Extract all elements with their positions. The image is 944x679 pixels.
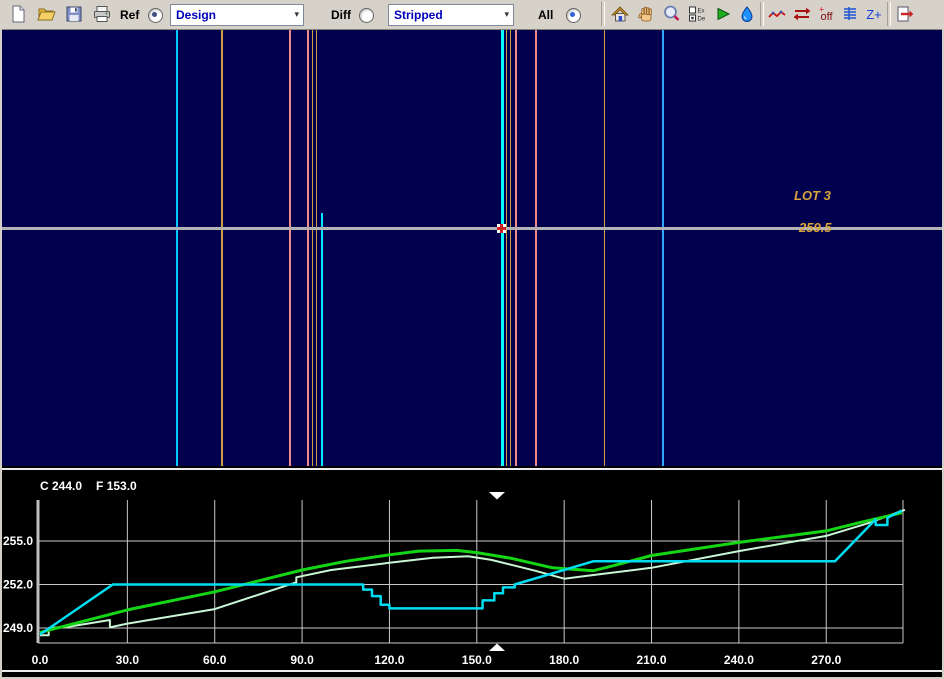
plan-line bbox=[506, 30, 507, 466]
diff-label: Diff bbox=[331, 8, 351, 22]
exit-button[interactable] bbox=[892, 2, 916, 26]
open-file-button[interactable] bbox=[34, 2, 58, 26]
ref-label: Ref bbox=[120, 8, 139, 22]
x-tick-label: 210.0 bbox=[637, 653, 667, 667]
offset-off-icon: + off bbox=[815, 4, 837, 24]
all-radio-dot bbox=[570, 12, 575, 17]
new-file-button[interactable] bbox=[6, 2, 30, 26]
x-tick-label: 120.0 bbox=[374, 653, 404, 667]
home-icon bbox=[610, 4, 630, 24]
zplus-label: Z+ bbox=[866, 7, 882, 22]
x-tick-label: 150.0 bbox=[462, 653, 492, 667]
plan-line bbox=[289, 30, 291, 466]
y-axis bbox=[37, 500, 40, 643]
plan-line bbox=[312, 30, 313, 466]
toolbar: Ref Design ▾ Diff Stripped ▾ All bbox=[0, 0, 944, 30]
lot-label: LOT 3 bbox=[794, 188, 831, 203]
de-label: De bbox=[698, 17, 706, 23]
all-radio[interactable] bbox=[566, 8, 581, 23]
offset-readout: F 153.0 bbox=[96, 479, 137, 493]
series-green-line bbox=[40, 513, 902, 633]
droplet-icon bbox=[737, 4, 757, 24]
elevation-label: 259.5 bbox=[799, 220, 832, 235]
toolbar-separator bbox=[760, 2, 764, 26]
profile-button[interactable] bbox=[765, 2, 789, 26]
section-bottom-border bbox=[0, 670, 944, 672]
y-tick-label: 255.0 bbox=[3, 534, 33, 548]
section-view[interactable]: 249.0 252.0 255.0 0.0 30.0 60.0 90.0 120.0 150.0… bbox=[0, 472, 944, 677]
y-tick-label: 252.0 bbox=[3, 578, 33, 592]
plan-line bbox=[321, 213, 323, 466]
ex-label: Ex bbox=[698, 9, 705, 15]
plan-view[interactable]: LOT 3 259.5 bbox=[0, 30, 944, 466]
pan-button[interactable] bbox=[634, 2, 658, 26]
diff-radio[interactable] bbox=[359, 8, 374, 23]
section-chart: 249.0 252.0 255.0 0.0 30.0 60.0 90.0 120.0 150.0… bbox=[0, 472, 944, 677]
plan-line bbox=[535, 30, 537, 466]
swap-direction-button[interactable] bbox=[790, 2, 814, 26]
series-pale-green-line bbox=[40, 510, 905, 636]
cursor-crosshair bbox=[497, 224, 506, 233]
profile-line-icon bbox=[767, 4, 787, 24]
zoom-window-icon bbox=[662, 4, 682, 24]
plan-line bbox=[510, 30, 511, 466]
window-border-left bbox=[0, 29, 2, 679]
y-tick-label: 249.0 bbox=[3, 621, 33, 635]
swap-arrows-icon bbox=[792, 4, 812, 24]
ref-radio[interactable] bbox=[148, 8, 163, 23]
all-label: All bbox=[538, 8, 553, 22]
save-icon bbox=[64, 4, 84, 24]
pan-hand-icon bbox=[636, 4, 656, 24]
design-combobox[interactable]: Design ▾ bbox=[170, 4, 304, 26]
zoom-window-button[interactable] bbox=[660, 2, 684, 26]
marker-triangle-up bbox=[489, 644, 505, 652]
x-tick-label: 90.0 bbox=[290, 653, 314, 667]
ref-radio-dot bbox=[152, 12, 157, 17]
print-icon bbox=[92, 4, 112, 24]
design-combobox-value: Design bbox=[171, 8, 216, 22]
drainage-button[interactable] bbox=[735, 2, 759, 26]
plan-line bbox=[316, 30, 317, 466]
chevron-down-icon: ▾ bbox=[504, 9, 509, 20]
marker-triangle-down bbox=[489, 492, 505, 500]
x-tick-label: 0.0 bbox=[32, 653, 49, 667]
home-view-button[interactable] bbox=[608, 2, 632, 26]
levels-button[interactable] bbox=[838, 2, 862, 26]
x-tick-label: 270.0 bbox=[811, 653, 841, 667]
chainage-readout: C 244.0 bbox=[40, 479, 82, 493]
toolbar-separator bbox=[887, 2, 891, 26]
zoom-plus-button[interactable]: Z+ bbox=[862, 2, 886, 26]
x-tick-label: 180.0 bbox=[549, 653, 579, 667]
application-window: Ref Design ▾ Diff Stripped ▾ All bbox=[0, 0, 944, 679]
plan-line bbox=[515, 30, 517, 466]
new-file-icon bbox=[8, 4, 28, 24]
ex-de-checkboxes-icon: Ex De bbox=[687, 4, 709, 24]
play-icon bbox=[713, 4, 733, 24]
offset-toggle-button[interactable]: + off bbox=[814, 2, 838, 26]
levels-icon bbox=[840, 4, 860, 24]
chevron-down-icon: ▾ bbox=[294, 9, 299, 20]
x-tick-label: 60.0 bbox=[203, 653, 227, 667]
play-button[interactable] bbox=[711, 2, 735, 26]
plan-line bbox=[501, 30, 504, 466]
exit-icon bbox=[894, 4, 914, 24]
section-status: C 244.0 F 153.0 bbox=[40, 479, 151, 493]
stripped-combobox[interactable]: Stripped ▾ bbox=[388, 4, 514, 26]
off-label: off bbox=[820, 11, 833, 23]
x-tick-label: 30.0 bbox=[116, 653, 140, 667]
print-button[interactable] bbox=[90, 2, 114, 26]
save-button[interactable] bbox=[62, 2, 86, 26]
exaggeration-toggle-button[interactable]: Ex De bbox=[686, 2, 710, 26]
x-tick-label: 240.0 bbox=[724, 653, 754, 667]
plan-line bbox=[221, 30, 223, 466]
stripped-combobox-value: Stripped bbox=[389, 8, 443, 22]
plan-line bbox=[176, 30, 178, 466]
z-plus-icon: Z+ bbox=[863, 4, 885, 24]
open-folder-icon bbox=[36, 4, 56, 24]
plan-line bbox=[307, 30, 309, 466]
toolbar-separator bbox=[601, 2, 605, 26]
plan-line bbox=[604, 30, 605, 466]
plan-line bbox=[662, 30, 664, 466]
